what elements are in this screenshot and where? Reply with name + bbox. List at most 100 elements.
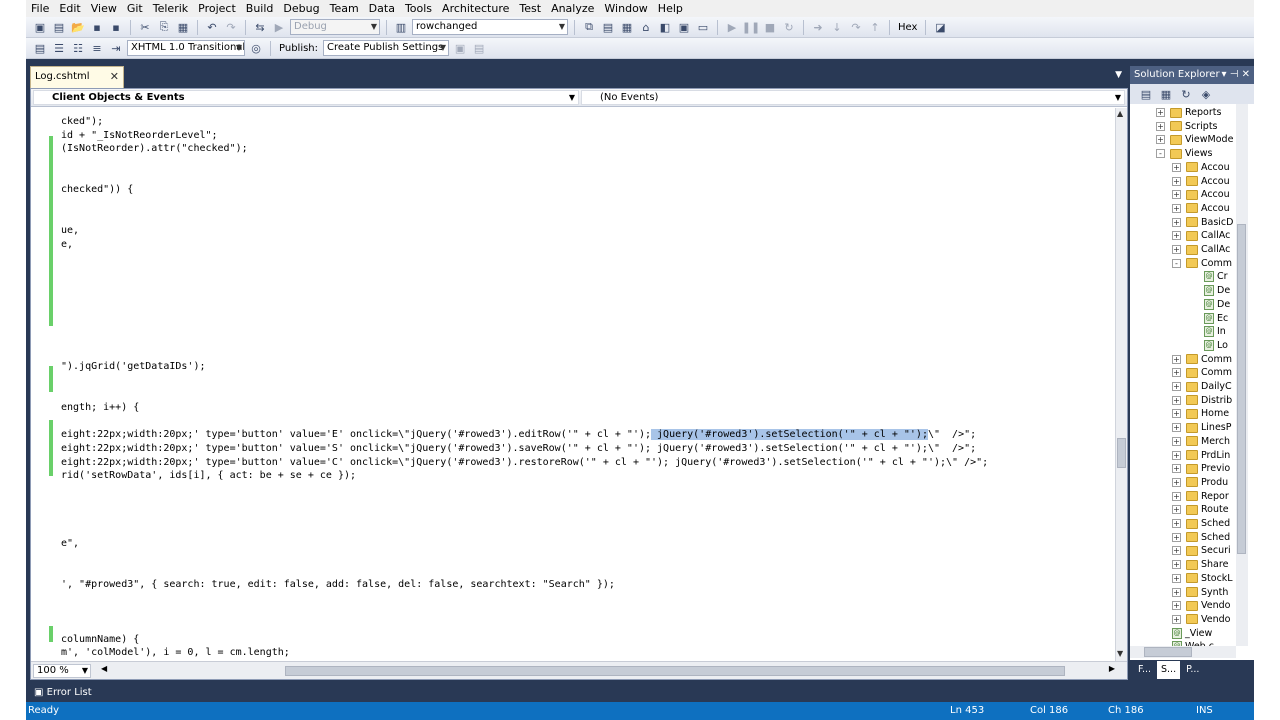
- menu-item-project[interactable]: Project: [193, 0, 241, 17]
- open-file-icon[interactable]: 📂: [70, 19, 86, 35]
- solution-config-select[interactable]: Debug ▼: [290, 19, 380, 35]
- expand-icon[interactable]: +: [1172, 505, 1181, 515]
- client-objects-select[interactable]: Client Objects & Events ▼: [33, 90, 579, 105]
- expand-icon[interactable]: +: [1172, 217, 1181, 227]
- scroll-up-icon[interactable]: ▲: [1117, 109, 1123, 118]
- step-into-icon[interactable]: ↓: [829, 19, 845, 35]
- expand-icon[interactable]: +: [1172, 573, 1181, 583]
- tree-item[interactable]: + Share: [1172, 558, 1228, 571]
- menu-item-view[interactable]: View: [86, 0, 122, 17]
- menu-item-architecture[interactable]: Architecture: [437, 0, 514, 17]
- find-combo[interactable]: rowchanged ▼: [412, 19, 568, 35]
- properties-icon[interactable]: ▤: [1138, 86, 1154, 102]
- scroll-thumb[interactable]: [1117, 438, 1126, 468]
- tree-item[interactable]: + Accou: [1172, 202, 1230, 215]
- menu-item-test[interactable]: Test: [514, 0, 546, 17]
- tab-log-cshtml[interactable]: Log.cshtml ✕: [30, 66, 124, 88]
- expand-icon[interactable]: +: [1172, 395, 1181, 405]
- save-icon[interactable]: ▪: [89, 19, 105, 35]
- editor-vertical-scrollbar[interactable]: ▲ ▼: [1115, 108, 1127, 661]
- step-over-icon[interactable]: ↷: [848, 19, 864, 35]
- expand-icon[interactable]: +: [1172, 245, 1181, 254]
- cut-icon[interactable]: ✂: [137, 19, 153, 35]
- find-in-files-icon[interactable]: ▥: [393, 19, 409, 35]
- new-project-icon[interactable]: ▣: [32, 19, 48, 35]
- tree-item[interactable]: + Securi: [1172, 544, 1231, 557]
- tree-item[interactable]: + Synth: [1172, 586, 1228, 599]
- tree-item[interactable]: + Reports: [1156, 106, 1221, 119]
- tree-item[interactable]: + Comm: [1172, 353, 1232, 366]
- tree-item[interactable]: + DailyC: [1172, 380, 1232, 393]
- show-next-statement-icon[interactable]: ➜: [810, 19, 826, 35]
- tool-window-tab[interactable]: P...: [1182, 661, 1203, 679]
- break-all-icon[interactable]: ❚❚: [742, 19, 760, 35]
- menu-item-build[interactable]: Build: [241, 0, 279, 17]
- tree-item[interactable]: + Home: [1172, 407, 1229, 420]
- scroll-thumb[interactable]: [1237, 224, 1246, 554]
- publish-web-icon[interactable]: ▣: [452, 40, 468, 56]
- indent-icon[interactable]: ⇥: [108, 40, 124, 56]
- breakpoints-window-icon[interactable]: ◪: [932, 19, 948, 35]
- comment-icon[interactable]: ☷: [70, 40, 86, 56]
- expand-icon[interactable]: +: [1172, 519, 1181, 528]
- stop-debug-icon[interactable]: ■: [762, 19, 778, 35]
- extension-manager-icon[interactable]: ▣: [676, 19, 692, 35]
- add-item-icon[interactable]: ▤: [51, 19, 67, 35]
- events-select[interactable]: (No Events) ▼: [581, 90, 1125, 105]
- tree-item[interactable]: @ Cr: [1204, 270, 1228, 283]
- copy-icon[interactable]: ⎘: [156, 19, 172, 35]
- solution-explorer-vertical-scrollbar[interactable]: [1236, 104, 1248, 646]
- expand-icon[interactable]: +: [1172, 532, 1181, 542]
- expand-icon[interactable]: +: [1172, 176, 1181, 186]
- menu-item-file[interactable]: File: [26, 0, 54, 17]
- expand-icon[interactable]: +: [1172, 368, 1181, 378]
- tree-item[interactable]: @ De: [1204, 284, 1230, 297]
- outline-icon[interactable]: ▤: [32, 40, 48, 56]
- tree-item[interactable]: @ _View: [1172, 627, 1212, 640]
- tree-item[interactable]: @ De: [1204, 298, 1230, 311]
- expand-icon[interactable]: +: [1172, 601, 1181, 611]
- menu-item-window[interactable]: Window: [599, 0, 652, 17]
- tree-item[interactable]: + Distrib: [1172, 394, 1232, 407]
- expand-icon[interactable]: +: [1172, 203, 1181, 213]
- tree-item[interactable]: + Accou: [1172, 175, 1230, 188]
- view-class-diagram-icon[interactable]: ◈: [1198, 86, 1214, 102]
- tree-item[interactable]: + ViewMode: [1156, 133, 1233, 146]
- tree-item[interactable]: + Vendo: [1172, 613, 1230, 626]
- collapse-icon[interactable]: -: [1172, 258, 1181, 268]
- editor-horizontal-scrollbar[interactable]: ◀ ▶: [101, 664, 1115, 677]
- pin-icon[interactable]: ▾ ⊣: [1222, 69, 1239, 80]
- save-all-icon[interactable]: ▪: [108, 19, 124, 35]
- tree-item[interactable]: + Sched: [1172, 517, 1230, 530]
- zoom-select[interactable]: 100 % ▼: [33, 664, 91, 678]
- menu-item-help[interactable]: Help: [653, 0, 688, 17]
- format-icon[interactable]: ☰: [51, 40, 67, 56]
- expand-icon[interactable]: +: [1172, 614, 1181, 624]
- tree-item[interactable]: + CallAc: [1172, 229, 1230, 242]
- scroll-right-icon[interactable]: ▶: [1109, 664, 1115, 673]
- expand-icon[interactable]: +: [1172, 491, 1181, 501]
- solution-explorer-icon[interactable]: ⧉: [581, 19, 597, 35]
- expand-icon[interactable]: +: [1172, 464, 1181, 474]
- tree-item[interactable]: + CallAc: [1172, 243, 1230, 256]
- redo-icon[interactable]: ↷: [223, 19, 239, 35]
- scroll-thumb[interactable]: [285, 666, 1065, 676]
- expand-icon[interactable]: +: [1172, 162, 1181, 172]
- tree-item[interactable]: @ Lo: [1204, 339, 1228, 352]
- tool-window-tab[interactable]: F...: [1134, 661, 1155, 679]
- properties-icon[interactable]: ▤: [600, 19, 616, 35]
- tree-item[interactable]: + LinesP: [1172, 421, 1231, 434]
- tree-item[interactable]: + Produ: [1172, 476, 1228, 489]
- navigate-icon[interactable]: ⇆: [252, 19, 268, 35]
- expand-icon[interactable]: +: [1172, 587, 1181, 597]
- active-files-dropdown-icon[interactable]: ▼: [1115, 70, 1122, 80]
- tool-window-tab[interactable]: S...: [1157, 661, 1181, 679]
- tree-item[interactable]: + Comm: [1172, 366, 1232, 379]
- tree-item[interactable]: + Merch: [1172, 435, 1230, 448]
- solution-explorer-horizontal-scrollbar[interactable]: [1130, 646, 1236, 658]
- menu-item-tools[interactable]: Tools: [400, 0, 437, 17]
- expand-icon[interactable]: +: [1156, 108, 1165, 117]
- menu-item-edit[interactable]: Edit: [54, 0, 85, 17]
- collapse-icon[interactable]: -: [1156, 149, 1165, 159]
- doctype-select[interactable]: XHTML 1.0 Transitional ▼: [127, 40, 245, 56]
